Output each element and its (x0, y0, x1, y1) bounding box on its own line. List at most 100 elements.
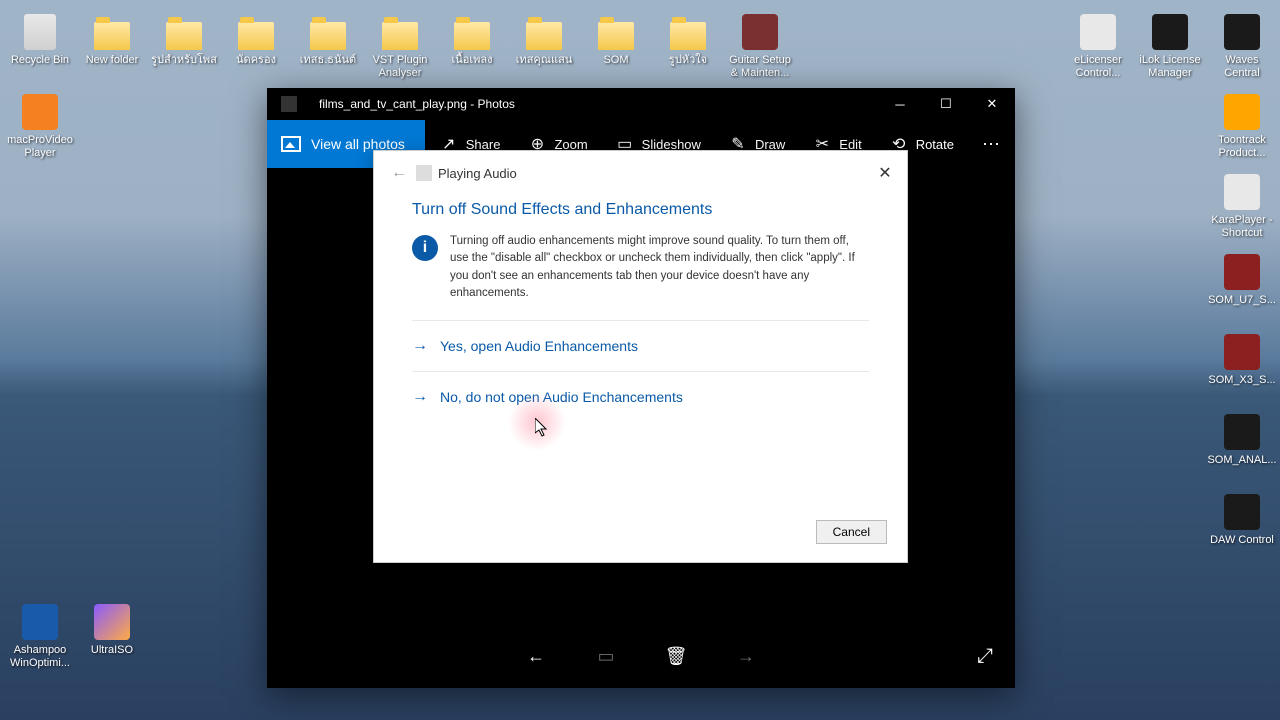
desktop-icon-guitar-setup[interactable]: Guitar Setup & Mainten... (724, 10, 796, 90)
desktop-icon-som[interactable]: SOM (580, 10, 652, 90)
folder-th6-label: รูปหัวใจ (669, 54, 707, 67)
desktop-icon-folder-th1[interactable]: รูปสำหรับโพส (148, 10, 220, 90)
app-icon (281, 96, 297, 112)
guitar-setup-label: Guitar Setup & Mainten... (726, 54, 794, 80)
ilok-icon (1150, 12, 1190, 52)
maximize-button[interactable]: ☐ (923, 88, 969, 120)
guitar-setup-icon (740, 12, 780, 52)
folder-th2-icon (236, 12, 276, 52)
back-button[interactable]: ← (390, 164, 408, 182)
toontrack-icon (1222, 92, 1262, 132)
recycle-bin-icon (20, 12, 60, 52)
ashampoo-label: Ashampoo WinOptimi... (6, 644, 74, 670)
toontrack-label: Toontrack Product... (1208, 134, 1276, 160)
desktop-icons-right: eLicenser Control...iLok License Manager… (1062, 10, 1278, 570)
prev-button[interactable]: ← (516, 636, 556, 676)
desktop-icon-ashampoo[interactable]: Ashampoo WinOptimi... (4, 600, 76, 680)
bottom-bar: ← ▭ 🗑 → (267, 624, 1015, 688)
arrow-right-icon: → (412, 388, 428, 406)
som-label: SOM (603, 54, 628, 67)
yes-open-enhancements-link[interactable]: → Yes, open Audio Enhancements (412, 321, 869, 372)
desktop-icon-daw[interactable]: DAW Control (1206, 490, 1278, 570)
som-x3-icon (1222, 332, 1262, 372)
desktop-icon-vst-plugin[interactable]: VST Plugin Analyser (364, 10, 436, 90)
karaplayer-label: KaraPlayer - Shortcut (1208, 214, 1276, 240)
recycle-bin-label: Recycle Bin (11, 54, 69, 67)
ultraiso-label: UltraISO (91, 644, 133, 657)
window-title: films_and_tv_cant_play.png - Photos (319, 97, 515, 111)
som-x3-label: SOM_X3_S... (1208, 374, 1275, 387)
karaplayer-icon (1222, 172, 1262, 212)
desktop-icon-som-x3[interactable]: SOM_X3_S... (1206, 330, 1278, 410)
new-folder-label: New folder (86, 54, 139, 67)
folder-th1-label: รูปสำหรับโพส (151, 54, 217, 67)
arrow-right-icon: → (412, 337, 428, 355)
desktop-icon-folder-th6[interactable]: รูปหัวใจ (652, 10, 724, 90)
desktop-icon-ilok[interactable]: iLok License Manager (1134, 10, 1206, 90)
elicenser-icon (1078, 12, 1118, 52)
desktop-icon-som-u7[interactable]: SOM_U7_S... (1206, 250, 1278, 330)
macpro-label: macProVideo Player (6, 134, 74, 160)
waves-label: Waves Central (1208, 54, 1276, 80)
folder-th4-icon (452, 12, 492, 52)
dialog-heading: Turn off Sound Effects and Enhancements (412, 201, 869, 219)
desktop-icon-folder-th5[interactable]: เทสคุณแสน (508, 10, 580, 90)
macpro-icon (20, 92, 60, 132)
ashampoo-icon (20, 602, 60, 642)
titlebar[interactable]: films_and_tv_cant_play.png - Photos ─ ☐ … (267, 88, 1015, 120)
dialog-breadcrumb: Playing Audio (438, 166, 517, 181)
folder-th4-label: เนื้อเพลง (451, 54, 492, 67)
photos-icon (281, 136, 301, 152)
vst-plugin-icon (380, 12, 420, 52)
som-u7-icon (1222, 252, 1262, 292)
link-yes-label: Yes, open Audio Enhancements (440, 338, 638, 354)
fullscreen-button[interactable]: ⤢ (977, 645, 993, 668)
folder-th3-icon (308, 12, 348, 52)
desktop-icon-folder-th3[interactable]: เทสธ.ธนันต์ (292, 10, 364, 90)
dialog-close-button[interactable]: ✕ (875, 163, 895, 183)
no-dont-open-link[interactable]: → No, do not open Audio Enchancements (412, 372, 869, 422)
folder-th5-icon (524, 12, 564, 52)
folder-th3-label: เทสธ.ธนันต์ (300, 54, 356, 67)
desktop-icon-recycle-bin[interactable]: Recycle Bin (4, 10, 76, 90)
new-folder-icon (92, 12, 132, 52)
ilok-label: iLok License Manager (1136, 54, 1204, 80)
desktop-icon-waves[interactable]: Waves Central (1206, 10, 1278, 90)
desktop-icon-ultraiso[interactable]: UltraISO (76, 600, 148, 680)
desktop-icon-folder-th4[interactable]: เนื้อเพลง (436, 10, 508, 90)
rotate-label: Rotate (916, 137, 954, 152)
delete-button[interactable]: 🗑 (656, 636, 696, 676)
folder-th1-icon (164, 12, 204, 52)
desktop-icon-som-anal[interactable]: SOM_ANAL... (1206, 410, 1278, 490)
collection-button[interactable]: ▭ (586, 636, 626, 676)
troubleshooter-dialog: ← Playing Audio ✕ Turn off Sound Effects… (373, 150, 908, 563)
more-button[interactable]: ⋯ (968, 120, 1015, 168)
desktop-icon-new-folder[interactable]: New folder (76, 10, 148, 90)
desktop-icon-folder-th2[interactable]: นัดครอง (220, 10, 292, 90)
info-icon: i (412, 235, 438, 261)
desktop-icon-macpro[interactable]: macProVideo Player (4, 90, 76, 170)
folder-th6-icon (668, 12, 708, 52)
close-button[interactable]: ✕ (969, 88, 1015, 120)
minimize-button[interactable]: ─ (877, 88, 923, 120)
elicenser-label: eLicenser Control... (1064, 54, 1132, 80)
dialog-header: ← Playing Audio ✕ (374, 151, 907, 195)
daw-icon (1222, 492, 1262, 532)
desktop-icon-elicenser[interactable]: eLicenser Control... (1062, 10, 1134, 90)
folder-th5-label: เทสคุณแสน (516, 54, 573, 67)
som-anal-icon (1222, 412, 1262, 452)
vst-plugin-label: VST Plugin Analyser (366, 54, 434, 80)
cancel-button[interactable]: Cancel (816, 520, 887, 544)
som-anal-label: SOM_ANAL... (1207, 454, 1276, 467)
desktop-icons-bottom: Ashampoo WinOptimi... UltraISO (4, 600, 148, 680)
som-icon (596, 12, 636, 52)
ultraiso-icon (92, 602, 132, 642)
desktop-icon-toontrack[interactable]: Toontrack Product... (1206, 90, 1278, 170)
waves-icon (1222, 12, 1262, 52)
desktop: Recycle Bin New folder รูปสำหรับโพสนัดครอง… (0, 0, 1280, 720)
next-button[interactable]: → (726, 636, 766, 676)
som-u7-label: SOM_U7_S... (1208, 294, 1276, 307)
desktop-icon-karaplayer[interactable]: KaraPlayer - Shortcut (1206, 170, 1278, 250)
dialog-icon (416, 165, 432, 181)
link-no-label: No, do not open Audio Enchancements (440, 389, 683, 405)
